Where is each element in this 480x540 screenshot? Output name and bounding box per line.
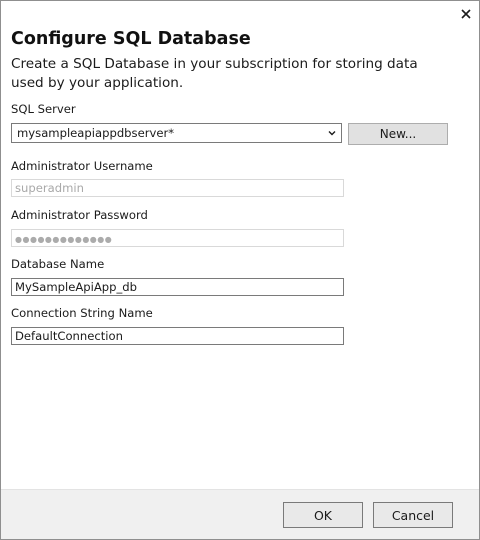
admin-username-label: Administrator Username xyxy=(11,159,153,173)
database-name-input[interactable]: MySampleApiApp_db xyxy=(11,278,344,296)
ok-button[interactable]: OK xyxy=(283,502,363,528)
admin-username-input[interactable]: superadmin xyxy=(11,179,344,197)
dialog-footer: OK Cancel xyxy=(1,489,479,539)
chevron-down-icon xyxy=(328,131,336,136)
close-button[interactable] xyxy=(456,5,476,23)
dialog-title: Configure SQL Database xyxy=(11,29,251,49)
sql-server-label: SQL Server xyxy=(11,102,76,116)
connection-string-name-input[interactable]: DefaultConnection xyxy=(11,327,344,345)
new-server-button[interactable]: New... xyxy=(348,123,448,145)
database-name-label: Database Name xyxy=(11,257,105,271)
password-mask: ●●●●●●●●●●●●● xyxy=(15,235,113,244)
connection-string-name-label: Connection String Name xyxy=(11,306,153,320)
cancel-button[interactable]: Cancel xyxy=(373,502,453,528)
admin-password-label: Administrator Password xyxy=(11,208,148,222)
sql-server-select[interactable]: mysampleapiappdbserver* xyxy=(11,123,342,143)
sql-server-selected-value: mysampleapiappdbserver* xyxy=(17,126,175,140)
dialog-subtitle: Create a SQL Database in your subscripti… xyxy=(11,56,418,91)
close-icon xyxy=(461,9,471,19)
admin-password-input[interactable]: ●●●●●●●●●●●●● xyxy=(11,229,344,247)
configure-sql-database-dialog: Configure SQL Database Create a SQL Data… xyxy=(0,0,480,540)
